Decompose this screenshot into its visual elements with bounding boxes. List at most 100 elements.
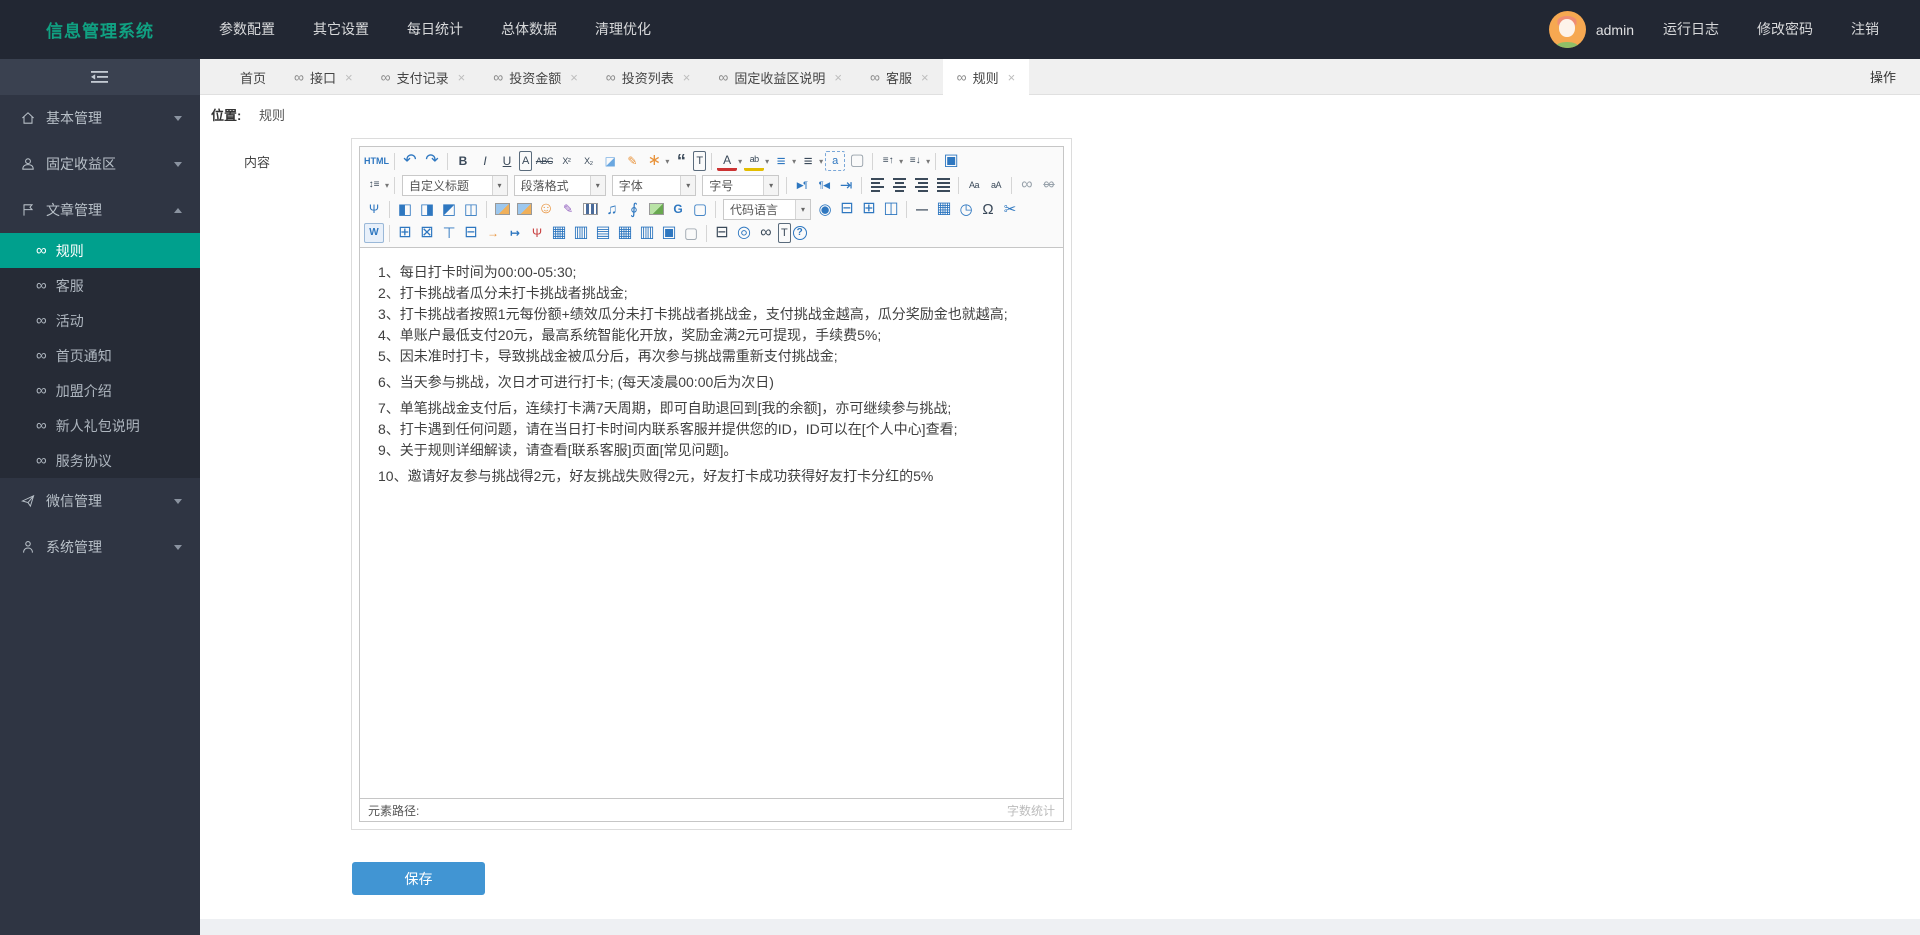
ordered-list-icon-dropdown[interactable]: ▾: [792, 157, 796, 166]
tab-规则[interactable]: ∞规则×: [943, 59, 1030, 95]
tab-支付记录[interactable]: ∞支付记录×: [367, 59, 480, 95]
font-size-select[interactable]: 字号▾: [702, 175, 779, 196]
table-title-icon[interactable]: ⊤: [439, 223, 459, 243]
link-icon[interactable]: ∞: [1017, 175, 1037, 195]
all-caps-icon[interactable]: A: [519, 151, 532, 171]
word-image-icon[interactable]: W: [364, 223, 384, 243]
custom-title-select[interactable]: 自定义标题▾: [402, 175, 508, 196]
preview-icon[interactable]: ◎: [734, 223, 754, 243]
gmap-icon[interactable]: G: [668, 199, 688, 219]
line-spacing-up-icon-dropdown[interactable]: ▾: [899, 157, 903, 166]
avatar[interactable]: [1549, 11, 1586, 48]
to-uppercase-icon[interactable]: Aa: [964, 175, 984, 195]
merge-right-icon[interactable]: ▥: [571, 223, 591, 243]
date-icon[interactable]: ▦: [934, 199, 954, 219]
music-icon[interactable]: ♫: [602, 199, 622, 219]
save-button[interactable]: 保存: [352, 862, 485, 895]
insert-table-icon[interactable]: ⊞: [395, 223, 415, 243]
sidebar-item-服务协议[interactable]: ∞服务协议: [0, 443, 200, 478]
insert-col-icon[interactable]: ↦: [505, 223, 525, 243]
delete-table-icon[interactable]: ⊠: [417, 223, 437, 243]
subscript-icon[interactable]: X₂: [578, 151, 598, 171]
emotion-icon[interactable]: ☺: [536, 199, 556, 219]
image-float-left-icon[interactable]: ◧: [395, 199, 415, 219]
paragraph-format-select[interactable]: 段落格式▾: [514, 175, 606, 196]
image-center-icon[interactable]: ◨: [417, 199, 437, 219]
rtl-icon[interactable]: ¶◀: [814, 175, 834, 195]
word-count-label[interactable]: 字数统计: [1007, 802, 1055, 819]
tab-接口[interactable]: ∞接口×: [280, 59, 367, 95]
merge-down-icon[interactable]: ▤: [593, 223, 613, 243]
insert-row-icon[interactable]: →: [483, 223, 503, 243]
ordered-list-icon[interactable]: ≡: [771, 151, 791, 171]
paste-text-icon[interactable]: T: [693, 151, 706, 171]
line-spacing-up-icon[interactable]: ≡↑: [878, 151, 898, 171]
screenshot-icon[interactable]: ✂: [1000, 199, 1020, 219]
underline-icon[interactable]: U: [497, 151, 517, 171]
navbar-item-1[interactable]: 参数配置: [200, 0, 294, 59]
baidu-app-icon[interactable]: ◉: [815, 199, 835, 219]
navbar-item-5[interactable]: 清理优化: [576, 0, 670, 59]
paste-icon[interactable]: T: [778, 223, 791, 243]
delete-col-icon[interactable]: ▥: [637, 223, 657, 243]
align-justify-icon[interactable]: [933, 175, 953, 195]
sidebar-group-固定收益区[interactable]: 固定收益区: [0, 141, 200, 187]
time-icon[interactable]: ◷: [956, 199, 976, 219]
line-spacing-down-icon[interactable]: ≡↓: [905, 151, 925, 171]
sidebar-group-系统管理[interactable]: 系统管理: [0, 524, 200, 570]
superscript-icon[interactable]: X²: [556, 151, 576, 171]
strikethrough-icon[interactable]: ABC: [534, 151, 554, 171]
blockquote-icon[interactable]: “: [671, 151, 691, 171]
attachment-icon[interactable]: ∮: [624, 199, 644, 219]
redo-icon[interactable]: ↷: [422, 151, 442, 171]
bold-icon[interactable]: B: [453, 151, 473, 171]
horizontal-rule-icon[interactable]: —: [912, 199, 932, 219]
table-header-icon[interactable]: ⊟: [461, 223, 481, 243]
indent-icon[interactable]: ⇥: [836, 175, 856, 195]
map-icon[interactable]: [646, 199, 666, 219]
username-label[interactable]: admin: [1596, 22, 1634, 38]
run-log-link[interactable]: 运行日志: [1644, 0, 1738, 59]
sidebar-item-首页通知[interactable]: ∞首页通知: [0, 338, 200, 373]
to-lowercase-icon[interactable]: aA: [986, 175, 1006, 195]
close-icon[interactable]: ×: [683, 70, 691, 85]
highlight-color-icon[interactable]: ab: [744, 151, 764, 171]
line-height-icon-dropdown[interactable]: ▾: [385, 181, 389, 190]
align-center-icon[interactable]: [889, 175, 909, 195]
navbar-item-4[interactable]: 总体数据: [482, 0, 576, 59]
unordered-list-icon-dropdown[interactable]: ▾: [819, 157, 823, 166]
doc-blank-icon[interactable]: ▢: [681, 223, 701, 243]
sidebar-item-规则[interactable]: ∞规则: [0, 233, 200, 268]
editor-text-area[interactable]: 1、每日打卡时间为00:00-05:30;2、打卡挑战者瓜分未打卡挑战者挑战金;…: [360, 248, 1063, 798]
sidebar-item-加盟介绍[interactable]: ∞加盟介绍: [0, 373, 200, 408]
print-icon[interactable]: ⊟: [712, 223, 732, 243]
auto-clean-icon-dropdown[interactable]: ▾: [665, 157, 669, 166]
set-border-icon[interactable]: ▣: [659, 223, 679, 243]
sidebar-collapse-button[interactable]: [0, 59, 200, 95]
sidebar-group-基本管理[interactable]: 基本管理: [0, 95, 200, 141]
close-icon[interactable]: ×: [345, 70, 353, 85]
align-left-icon[interactable]: [867, 175, 887, 195]
sidebar-group-微信管理[interactable]: 微信管理: [0, 478, 200, 524]
merge-cells-icon[interactable]: ▦: [549, 223, 569, 243]
insert-doc-icon[interactable]: ▢: [690, 199, 710, 219]
search-replace-icon[interactable]: ∞: [756, 223, 776, 243]
insert-iframe-icon[interactable]: ⊞: [859, 199, 879, 219]
format-painter-icon[interactable]: ✎: [622, 151, 642, 171]
delete-row-icon[interactable]: ▦: [615, 223, 635, 243]
close-icon[interactable]: ×: [1008, 70, 1016, 85]
line-spacing-down-icon-dropdown[interactable]: ▾: [926, 157, 930, 166]
anchor-icon[interactable]: Ψ: [364, 199, 384, 219]
close-icon[interactable]: ×: [921, 70, 929, 85]
special-char-icon[interactable]: Ω: [978, 199, 998, 219]
tab-固定收益区说明[interactable]: ∞固定收益区说明×: [704, 59, 856, 95]
font-color-icon[interactable]: A: [717, 151, 737, 171]
image-float-right-icon[interactable]: ◩: [439, 199, 459, 219]
highlight-color-icon-dropdown[interactable]: ▾: [765, 157, 769, 166]
insert-image-icon[interactable]: [492, 199, 512, 219]
image-inline-icon[interactable]: ◫: [461, 199, 481, 219]
scrawl-icon[interactable]: ✎: [558, 199, 578, 219]
tab-投资金额[interactable]: ∞投资金额×: [479, 59, 592, 95]
sidebar-item-活动[interactable]: ∞活动: [0, 303, 200, 338]
sidebar-item-新人礼包说明[interactable]: ∞新人礼包说明: [0, 408, 200, 443]
